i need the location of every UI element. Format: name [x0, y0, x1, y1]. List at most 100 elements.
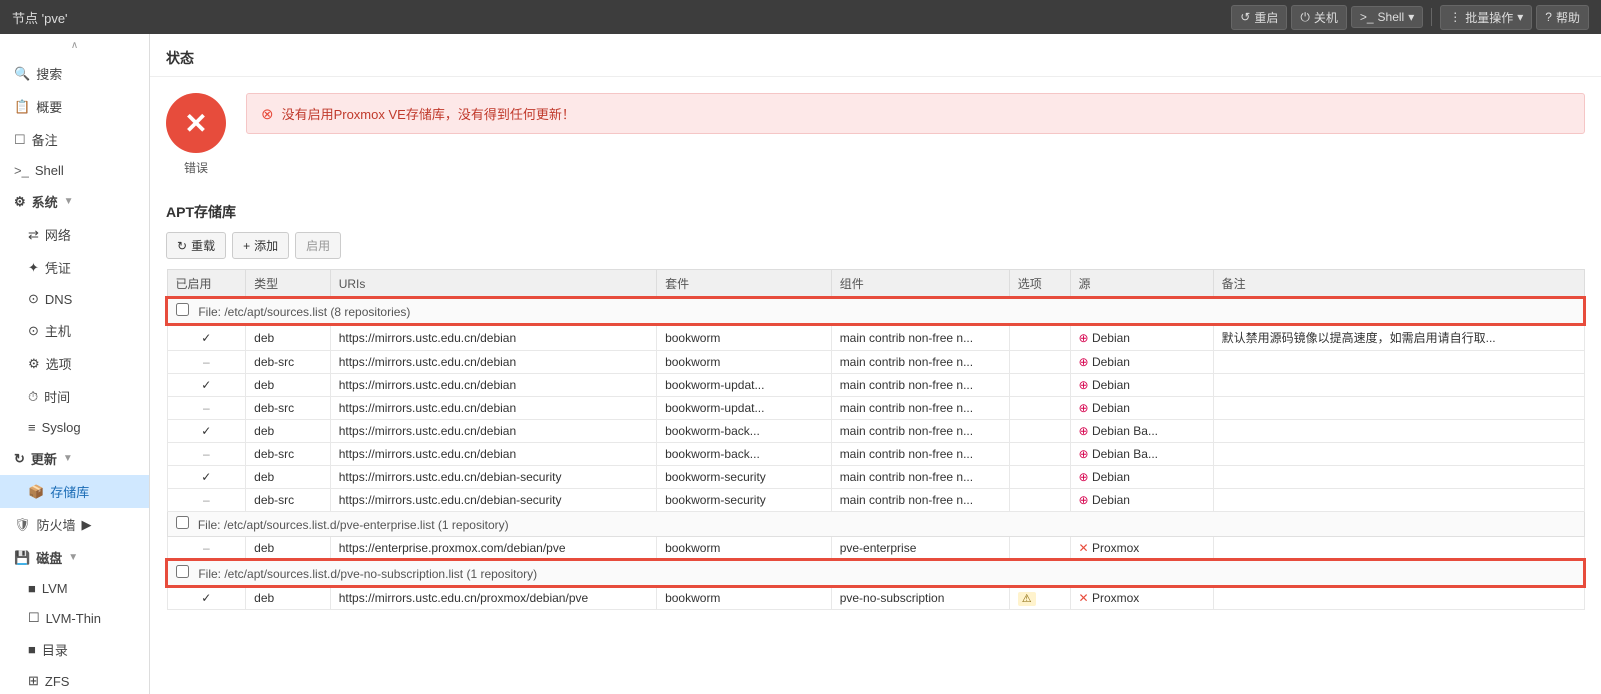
- reload-icon: ↻: [177, 239, 187, 253]
- col-options: 选项: [1009, 270, 1070, 299]
- error-label: 错误: [184, 159, 208, 176]
- table-row[interactable]: –deb-srchttps://mirrors.ustc.edu.cn/debi…: [167, 397, 1584, 420]
- sidebar-label-firewall: 防火墙: [37, 515, 76, 534]
- shell-button[interactable]: >_ Shell ▾: [1351, 6, 1423, 28]
- sidebar-section-update[interactable]: ↻ 更新 ▼: [0, 442, 149, 475]
- table-row[interactable]: –debhttps://enterprise.proxmox.com/debia…: [167, 537, 1584, 561]
- file-header-row[interactable]: File: /etc/apt/sources.list.d/pve-no-sub…: [167, 560, 1584, 586]
- sidebar-item-network[interactable]: ⇄ 网络: [0, 218, 149, 251]
- sidebar-section-system[interactable]: ⚙ 系统 ▼: [0, 185, 149, 218]
- debian-icon: ⊕: [1079, 378, 1089, 392]
- node-label: 节点 'pve': [12, 8, 68, 27]
- restart-button[interactable]: ↺ 重启: [1231, 5, 1287, 30]
- sidebar-item-host[interactable]: ⊙ 主机: [0, 314, 149, 347]
- sidebar-item-search[interactable]: 🔍 搜索: [0, 57, 149, 90]
- apt-title: APT存储库: [166, 202, 1585, 222]
- col-uris: URIs: [330, 270, 656, 299]
- table-row[interactable]: ✓debhttps://mirrors.ustc.edu.cn/proxmox/…: [167, 586, 1584, 610]
- sidebar-item-lvm-thin[interactable]: ☐ LVM-Thin: [0, 603, 149, 633]
- sidebar-item-directory[interactable]: ■ 目录: [0, 633, 149, 666]
- content-area: 状态 ✕ 错误 ⊗ 没有启用Proxmox VE存储库，没有得到任何更新！ AP…: [150, 34, 1601, 694]
- table-row[interactable]: ✓debhttps://mirrors.ustc.edu.cn/debianbo…: [167, 324, 1584, 351]
- debian-icon: ⊕: [1079, 470, 1089, 484]
- table-row[interactable]: –deb-srchttps://mirrors.ustc.edu.cn/debi…: [167, 443, 1584, 466]
- network-icon: ⇄: [28, 227, 39, 243]
- sidebar-item-options[interactable]: ⚙ 选项: [0, 347, 149, 380]
- sidebar-item-lvm[interactable]: ■ LVM: [0, 574, 149, 603]
- sidebar-label-search: 搜索: [36, 64, 62, 83]
- shutdown-button[interactable]: ⏻ 关机: [1291, 5, 1347, 30]
- col-notes: 备注: [1213, 270, 1584, 299]
- sidebar-item-credentials[interactable]: ✦ 凭证: [0, 251, 149, 284]
- col-components: 组件: [831, 270, 1009, 299]
- options-icon: ⚙: [28, 356, 40, 372]
- zfs-icon: ⊞: [28, 673, 39, 689]
- shell-dropdown-arrow: ▾: [1408, 10, 1414, 24]
- sidebar-item-repository[interactable]: 📦 存储库: [0, 475, 149, 508]
- file-header-row[interactable]: File: /etc/apt/sources.list (8 repositor…: [167, 298, 1584, 324]
- file-checkbox[interactable]: [176, 516, 189, 529]
- sidebar-section-disk[interactable]: 💾 磁盘 ▼: [0, 541, 149, 574]
- table-row[interactable]: ✓debhttps://mirrors.ustc.edu.cn/debian-s…: [167, 466, 1584, 489]
- sidebar-collapse-btn[interactable]: ∧: [0, 34, 149, 57]
- table-row[interactable]: –deb-srchttps://mirrors.ustc.edu.cn/debi…: [167, 489, 1584, 512]
- firewall-arrow-icon: ▶: [82, 517, 92, 533]
- update-icon: ↻: [14, 451, 25, 467]
- help-button[interactable]: ? 帮助: [1536, 5, 1589, 30]
- reload-button[interactable]: ↻ 重载: [166, 232, 226, 259]
- sidebar-item-zfs[interactable]: ⊞ ZFS: [0, 666, 149, 694]
- lvm-icon: ■: [28, 581, 36, 596]
- host-icon: ⊙: [28, 323, 39, 339]
- restart-icon: ↺: [1240, 10, 1250, 24]
- system-arrow-icon: ▼: [64, 196, 74, 207]
- sidebar-item-time[interactable]: ⏱ 时间: [0, 380, 149, 413]
- sidebar-item-shell[interactable]: >_ Shell: [0, 156, 149, 185]
- help-icon: ?: [1545, 10, 1552, 24]
- file-checkbox[interactable]: [176, 303, 189, 316]
- sidebar-label-lvm-thin: LVM-Thin: [46, 611, 101, 626]
- shell-icon: >_: [1360, 10, 1374, 24]
- repository-icon: 📦: [28, 484, 44, 500]
- table-row[interactable]: ✓debhttps://mirrors.ustc.edu.cn/debianbo…: [167, 374, 1584, 397]
- file-header-row[interactable]: File: /etc/apt/sources.list.d/pve-enterp…: [167, 512, 1584, 537]
- disk-arrow-icon: ▼: [68, 552, 78, 563]
- batch-button[interactable]: ⋮ 批量操作 ▾: [1440, 5, 1532, 30]
- sidebar-label-update: 更新: [31, 449, 57, 468]
- shell-sidebar-icon: >_: [14, 163, 29, 178]
- alert-icon: ⊗: [261, 105, 274, 123]
- sidebar-item-dns[interactable]: ⊙ DNS: [0, 284, 149, 314]
- col-suite: 套件: [657, 270, 832, 299]
- add-button[interactable]: + 添加: [232, 232, 289, 259]
- sidebar-item-notes[interactable]: ☐ 备注: [0, 123, 149, 156]
- dns-icon: ⊙: [28, 291, 39, 307]
- apt-toolbar: ↻ 重载 + 添加 启用: [166, 232, 1585, 259]
- sidebar-item-overview[interactable]: 📋 概要: [0, 90, 149, 123]
- firewall-icon: 🛡: [14, 517, 31, 533]
- table-row[interactable]: –deb-srchttps://mirrors.ustc.edu.cn/debi…: [167, 351, 1584, 374]
- search-icon: 🔍: [14, 66, 30, 82]
- enable-button[interactable]: 启用: [295, 232, 341, 259]
- file-checkbox[interactable]: [176, 565, 189, 578]
- error-circle: ✕: [166, 93, 226, 153]
- status-panel: ✕ 错误 ⊗ 没有启用Proxmox VE存储库，没有得到任何更新！: [150, 77, 1601, 192]
- alert-message: 没有启用Proxmox VE存储库，没有得到任何更新！: [282, 104, 575, 123]
- sidebar-label-zfs: ZFS: [45, 674, 70, 689]
- table-row[interactable]: ✓debhttps://mirrors.ustc.edu.cn/debianbo…: [167, 420, 1584, 443]
- sidebar-label-options: 选项: [46, 354, 72, 373]
- sidebar-item-firewall[interactable]: 🛡 防火墙 ▶: [0, 508, 149, 541]
- divider: [1431, 8, 1432, 26]
- lvm-thin-icon: ☐: [28, 610, 40, 626]
- directory-icon: ■: [28, 642, 36, 657]
- sidebar-label-time: 时间: [44, 387, 70, 406]
- sidebar-item-syslog[interactable]: ≡ Syslog: [0, 413, 149, 442]
- credentials-icon: ✦: [28, 260, 39, 276]
- sidebar: ∧ 🔍 搜索 📋 概要 ☐ 备注 >_ Shell ⚙ 系统 ▼ ⇄ 网络 ✦ …: [0, 34, 150, 694]
- warn-badge: ⚠: [1018, 592, 1036, 606]
- system-icon: ⚙: [14, 194, 26, 210]
- proxmox-icon: ✕: [1079, 541, 1089, 555]
- sidebar-label-shell: Shell: [35, 163, 64, 178]
- time-icon: ⏱: [28, 389, 38, 405]
- sidebar-label-system: 系统: [32, 192, 58, 211]
- sidebar-label-credentials: 凭证: [45, 258, 71, 277]
- notes-icon: ☐: [14, 132, 26, 148]
